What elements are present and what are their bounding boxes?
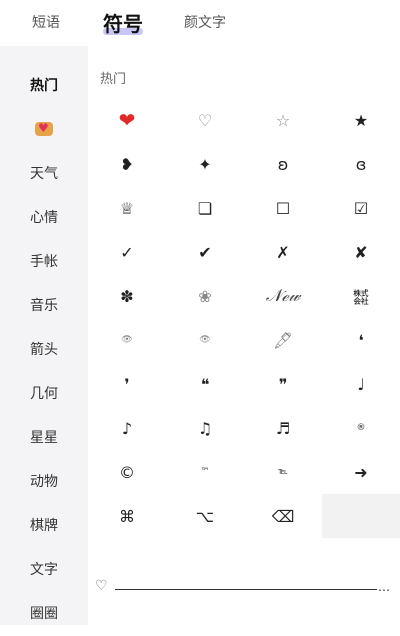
symbol-cell[interactable]: ®	[322, 406, 400, 450]
sidebar-item-music[interactable]: 音乐	[0, 284, 88, 328]
heart-gift-icon	[35, 108, 53, 148]
symbol-cell[interactable]: ⌘	[88, 494, 166, 538]
symbol-cell[interactable]: 👁	[88, 318, 166, 362]
symbol-cell[interactable]: ✦	[166, 142, 244, 186]
sidebar-item-geometry[interactable]: 几何	[0, 372, 88, 416]
symbol-cell[interactable]: ✗	[244, 230, 322, 274]
symbol-cell[interactable]: ♬	[244, 406, 322, 450]
heart-outline-icon: ♡	[95, 578, 108, 594]
symbol-cell[interactable]: ✽	[88, 274, 166, 318]
sidebar-item-weather[interactable]: 天气	[0, 152, 88, 196]
symbol-cell[interactable]: ❥	[88, 142, 166, 186]
symbol-cell[interactable]: ♫	[166, 406, 244, 450]
symbol-cell[interactable]: ☆	[244, 98, 322, 142]
symbol-cell[interactable]: ★	[322, 98, 400, 142]
symbol-cell[interactable]: ❝	[166, 362, 244, 406]
symbol-cell[interactable]: ✘	[322, 230, 400, 274]
symbol-cell[interactable]: ™	[166, 450, 244, 494]
symbol-cell[interactable]: ❤	[88, 98, 166, 142]
tab-symbols[interactable]: 符号	[103, 8, 143, 37]
tab-phrases[interactable]: 短语	[32, 12, 60, 32]
symbol-cell[interactable]: ❀	[166, 274, 244, 318]
sidebar-item-animals[interactable]: 动物	[0, 460, 88, 504]
symbol-cell[interactable]: ♪	[88, 406, 166, 450]
sidebar-item-cards[interactable]: 棋牌	[0, 504, 88, 548]
symbol-cell[interactable]: ❏	[166, 186, 244, 230]
sidebar-item-stars[interactable]: 星星	[0, 416, 88, 460]
section-title: 热门	[100, 72, 127, 87]
sidebar-item-hot[interactable]: 热门	[0, 64, 88, 108]
sidebar-item-emoji[interactable]	[0, 108, 88, 152]
symbol-cell[interactable]: 🖋	[244, 318, 322, 362]
symbol-category-sidebar: 热门 天气 心情 手帐 音乐 箭头 几何 星星 动物 棋牌 文字 圈圈	[0, 46, 88, 625]
ellipsis-icon: …	[378, 580, 390, 594]
symbol-cell[interactable]: ❛	[322, 318, 400, 362]
symbol-cell[interactable]: ♡	[166, 98, 244, 142]
symbol-cell[interactable]: 👁	[166, 318, 244, 362]
symbol-cell[interactable]: ♩	[322, 362, 400, 406]
symbol-cell[interactable]: ʚ	[244, 142, 322, 186]
symbol-cell[interactable]: ❞	[244, 362, 322, 406]
symbol-cell[interactable]: ☑	[322, 186, 400, 230]
bottom-scroll-line: ♡ …	[95, 578, 395, 596]
symbol-cell[interactable]: ✔	[166, 230, 244, 274]
symbol-cell[interactable]: ℡	[244, 450, 322, 494]
symbol-cell[interactable]: ©	[88, 450, 166, 494]
sidebar-item-journal[interactable]: 手帐	[0, 240, 88, 284]
sidebar-item-arrows[interactable]: 箭头	[0, 328, 88, 372]
symbol-cell[interactable]: ➜	[322, 450, 400, 494]
tab-kaomoji[interactable]: 颜文字	[184, 12, 226, 32]
symbol-cell[interactable]: ⌫	[244, 494, 322, 538]
category-tab-bar: 短语 符号 颜文字	[0, 0, 400, 46]
symbol-cell[interactable]: ✓	[88, 230, 166, 274]
sidebar-item-text[interactable]: 文字	[0, 548, 88, 592]
symbol-cell-empty	[322, 494, 400, 538]
symbol-panel: 热门 ❤ ♡ ☆ ★ ❥ ✦ ʚ ɞ ♕ ❏ ☐ ☑ ✓ ✔ ✗ ✘ ✽ ❀ 𝒩…	[88, 46, 400, 625]
symbol-cell[interactable]: ❜	[88, 362, 166, 406]
symbol-cell[interactable]: ⌥	[166, 494, 244, 538]
symbol-cell[interactable]: ɞ	[322, 142, 400, 186]
scroll-rule	[115, 589, 377, 590]
symbol-cell[interactable]: ♕	[88, 186, 166, 230]
sidebar-item-mood[interactable]: 心情	[0, 196, 88, 240]
symbol-cell[interactable]: 𝒩ℯ𝓌	[244, 274, 322, 318]
symbol-cell[interactable]: ㍿	[322, 274, 400, 318]
symbol-cell[interactable]: ☐	[244, 186, 322, 230]
sidebar-item-circles[interactable]: 圈圈	[0, 592, 88, 636]
